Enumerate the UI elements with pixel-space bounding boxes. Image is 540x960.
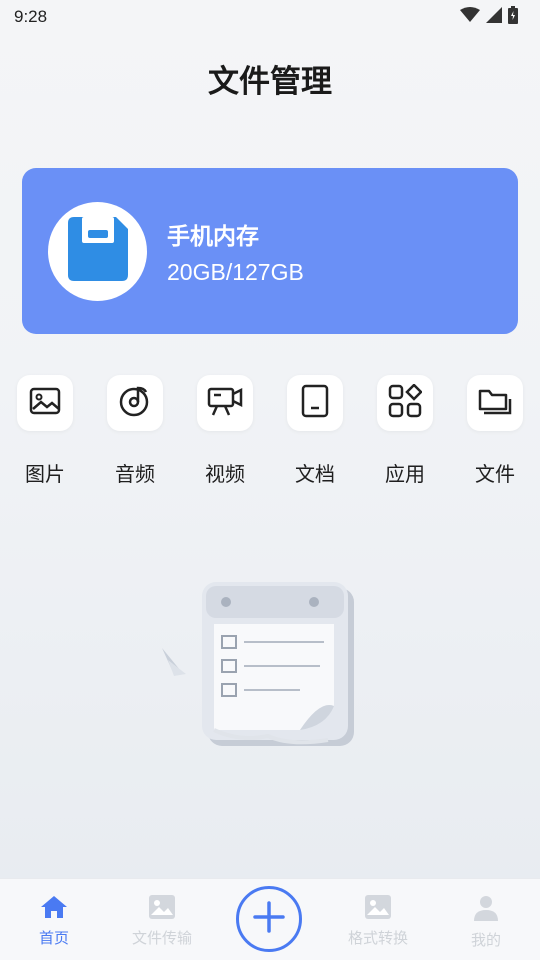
music-disc-icon xyxy=(118,384,152,422)
tab-home-label: 首页 xyxy=(38,929,69,947)
tab-format-convert-label: 格式转换 xyxy=(347,929,408,947)
image-icon xyxy=(29,387,61,419)
category-row: 图片 音频 视频 文档 应用 文件 xyxy=(0,375,540,495)
storage-value: 20GB/127GB xyxy=(167,258,304,285)
category-files[interactable]: 文件 xyxy=(450,375,540,487)
page-title: 文件管理 xyxy=(208,64,332,100)
category-apps-box[interactable] xyxy=(377,375,433,431)
category-images-label: 图片 xyxy=(25,462,65,486)
tab-file-transfer[interactable]: 文件传输 xyxy=(112,895,212,948)
status-time: 9:28 xyxy=(14,7,48,26)
storage-icon-circle xyxy=(48,201,147,301)
storage-text: 手机内存 20GB/127GB xyxy=(167,217,304,286)
category-apps-label: 应用 xyxy=(385,462,425,486)
bottom-tab-bar: 首页 文件传输 格式转换 我的 xyxy=(0,878,540,960)
storage-card[interactable]: 手机内存 20GB/127GB xyxy=(22,168,518,334)
tab-format-convert[interactable]: 格式转换 xyxy=(328,895,428,948)
document-icon xyxy=(301,384,329,422)
wifi-icon xyxy=(460,7,480,27)
category-apps[interactable]: 应用 xyxy=(360,375,450,487)
plus-icon xyxy=(251,899,287,939)
category-audio-label: 音频 xyxy=(115,462,155,486)
tab-file-transfer-label: 文件传输 xyxy=(131,929,192,947)
category-documents-box[interactable] xyxy=(287,375,343,431)
tab-mine-label: 我的 xyxy=(470,931,501,949)
tab-home[interactable]: 首页 xyxy=(4,895,104,948)
add-button[interactable] xyxy=(236,886,302,952)
empty-state-illustration xyxy=(150,570,380,760)
category-video-label: 视频 xyxy=(205,462,245,486)
battery-icon xyxy=(508,6,518,28)
status-bar: 9:28 xyxy=(0,0,540,34)
storage-label: 手机内存 xyxy=(167,223,259,250)
signal-icon xyxy=(486,7,502,27)
category-video-box[interactable] xyxy=(197,375,253,431)
category-audio[interactable]: 音频 xyxy=(90,375,180,487)
folder-icon xyxy=(478,387,512,419)
category-audio-box[interactable] xyxy=(107,375,163,431)
home-icon xyxy=(40,895,68,923)
category-documents[interactable]: 文档 xyxy=(270,375,360,487)
category-files-label: 文件 xyxy=(475,462,515,486)
category-documents-label: 文档 xyxy=(295,462,335,486)
image-icon xyxy=(365,895,391,923)
category-files-box[interactable] xyxy=(467,375,523,431)
category-video[interactable]: 视频 xyxy=(180,375,270,487)
tab-mine[interactable]: 我的 xyxy=(436,895,536,950)
person-icon xyxy=(473,895,499,925)
video-camera-icon xyxy=(207,385,243,421)
category-images-box[interactable] xyxy=(17,375,73,431)
status-icons xyxy=(460,6,518,28)
image-icon xyxy=(149,895,175,923)
floppy-disk-icon xyxy=(67,217,128,285)
apps-grid-icon xyxy=(388,383,423,422)
category-images[interactable]: 图片 xyxy=(0,375,90,487)
